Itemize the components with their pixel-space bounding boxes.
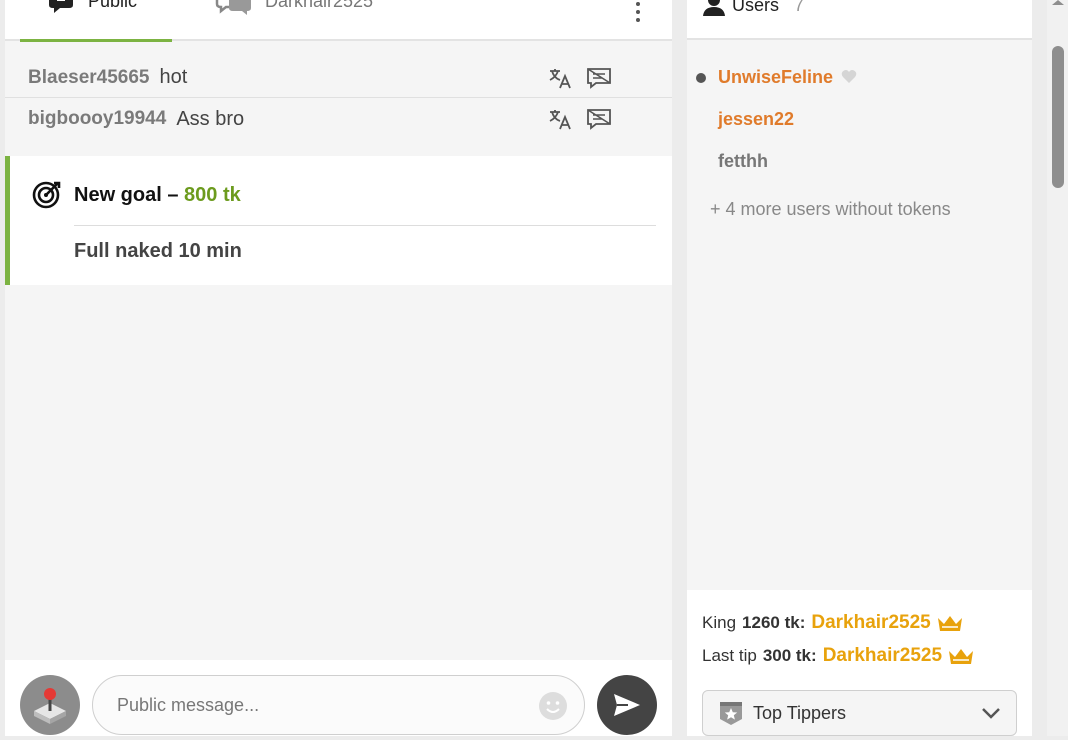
chat-tabs: Public Darkhair2525: [5, 0, 672, 42]
chat-message: Blaeser45665 hot: [5, 58, 672, 98]
tab-public[interactable]: Public: [20, 0, 172, 42]
tab-dm-label: Darkhair2525: [265, 0, 374, 11]
top-tippers-label: Top Tippers: [753, 702, 847, 723]
send-icon: [614, 694, 640, 716]
goal-title-text: New goal –: [74, 184, 185, 206]
heart-icon: [841, 70, 857, 83]
chevron-down-icon: [982, 708, 1000, 719]
chat-bubbles-icon: [49, 0, 73, 13]
last-tip-stat: Last tip 300 tk: Darkhair2525: [702, 645, 974, 667]
crown-icon: [937, 616, 962, 631]
tab-public-label: Public: [88, 0, 138, 11]
users-panel: Users 7 UnwiseFeline jessen22 fetthh + 4…: [687, 0, 1032, 736]
badge-icon: [720, 702, 742, 725]
users-header: Users 7: [687, 0, 1032, 40]
message-text: Ass bro: [176, 107, 245, 130]
scrollbar-thumb[interactable]: [1052, 46, 1064, 188]
joystick-button[interactable]: [20, 675, 80, 735]
kebab-menu-icon[interactable]: [633, 0, 643, 22]
user-list-item[interactable]: UnwiseFeline: [718, 67, 833, 88]
send-button[interactable]: [597, 675, 657, 735]
goal-amount: 800 tk: [184, 184, 241, 206]
king-stat: King 1260 tk: Darkhair2525: [702, 612, 963, 634]
goal-notice: New goal – 800 tk Full naked 10 min: [5, 156, 672, 285]
message-username[interactable]: bigboooy19944: [28, 108, 166, 130]
top-tippers-dropdown[interactable]: Top Tippers: [702, 690, 1017, 736]
king-label: King: [702, 613, 737, 632]
last-tip-label: Last tip: [702, 646, 757, 665]
goal-target-icon: [32, 181, 61, 209]
message-composer: [5, 660, 672, 736]
tip-stats: King 1260 tk: Darkhair2525 Last tip 300 …: [687, 590, 1032, 736]
message-text: hot: [159, 66, 188, 88]
goal-description: Full naked 10 min: [74, 240, 242, 262]
last-tip-username[interactable]: Darkhair2525: [823, 645, 942, 667]
users-label: Users: [732, 0, 780, 15]
more-users-link[interactable]: + 4 more users without tokens: [710, 199, 951, 220]
private-chat-icon: [215, 0, 251, 15]
online-status-dot: [696, 73, 706, 83]
translate-icon[interactable]: [548, 108, 572, 130]
goal-title: New goal – 800 tk: [74, 184, 241, 207]
king-amount: 1260 tk:: [742, 613, 806, 632]
user-list-item[interactable]: jessen22: [718, 109, 794, 130]
last-tip-amount: 300 tk:: [762, 646, 817, 665]
translate-icon[interactable]: [548, 67, 572, 89]
user-icon: [703, 0, 725, 16]
chat-message: bigboooy19944 Ass bro: [5, 99, 672, 139]
scrollbar[interactable]: [1047, 0, 1068, 736]
message-input[interactable]: [92, 675, 585, 735]
scroll-up-arrow[interactable]: [1052, 0, 1064, 5]
emoji-icon[interactable]: [538, 691, 568, 721]
user-list-item[interactable]: fetthh: [718, 151, 768, 172]
report-icon[interactable]: [586, 108, 612, 130]
message-username[interactable]: Blaeser45665: [28, 67, 150, 89]
goal-divider: [74, 225, 656, 226]
report-icon[interactable]: [586, 67, 612, 89]
tab-private-chat[interactable]: Darkhair2525: [215, 0, 373, 41]
crown-icon: [949, 649, 974, 664]
chat-panel: Public Darkhair2525 Blaeser45665 hot big…: [5, 0, 672, 736]
joystick-icon: [34, 688, 66, 724]
users-count: 7: [794, 0, 805, 15]
king-username[interactable]: Darkhair2525: [811, 612, 930, 634]
